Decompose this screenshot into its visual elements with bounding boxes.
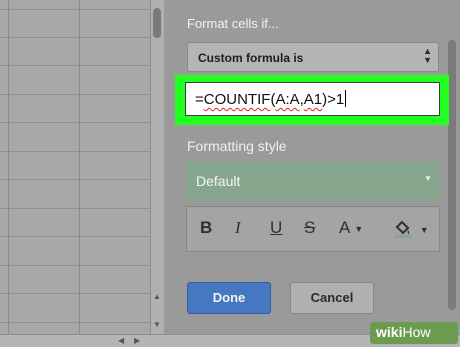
condition-dropdown[interactable]: Custom formula is ▲ ▼ — [187, 42, 439, 72]
column-divider — [79, 0, 80, 346]
text-cursor — [345, 90, 347, 107]
row-divider — [0, 94, 150, 95]
formula-range-arg: A:A — [275, 91, 300, 108]
scroll-right-arrow-icon[interactable]: ▶ — [134, 336, 140, 345]
spreadsheet-grid[interactable] — [0, 0, 150, 346]
row-divider — [0, 9, 150, 10]
sheet-scroll-thumb[interactable] — [153, 8, 161, 38]
row-divider — [0, 293, 150, 294]
formatting-style-value: Default — [196, 173, 241, 189]
fill-color-button[interactable]: ▼ — [393, 219, 429, 244]
scroll-up-arrow-icon[interactable]: ▲ — [152, 292, 162, 302]
row-divider — [0, 179, 150, 180]
column-divider — [8, 0, 9, 346]
up-down-arrows-icon: ▲ ▼ — [423, 46, 432, 65]
format-cells-if-label: Format cells if... — [187, 16, 279, 31]
panel-scroll-thumb[interactable] — [448, 40, 456, 310]
formula-function-name: COUNTIF — [203, 91, 271, 108]
row-divider — [0, 37, 150, 38]
underline-button[interactable]: U — [270, 218, 282, 238]
chevron-down-icon: ▼ — [424, 174, 432, 183]
wikihow-watermark-logo: wikiHow — [370, 322, 458, 344]
formula-text: =COUNTIF(A:A,A1)>1 — [195, 90, 347, 108]
text-color-button[interactable]: A ▼ — [339, 218, 363, 238]
text-color-chevron-icon: ▼ — [354, 224, 364, 234]
row-divider — [0, 65, 150, 66]
fill-color-chevron-icon: ▼ — [419, 225, 429, 235]
done-button[interactable]: Done — [187, 282, 271, 314]
formatting-style-label: Formatting style — [187, 138, 287, 154]
scroll-down-arrow-icon[interactable]: ▼ — [152, 320, 162, 330]
custom-formula-input[interactable]: =COUNTIF(A:A,A1)>1 — [185, 82, 440, 116]
bold-button[interactable]: B — [200, 218, 212, 238]
italic-button[interactable]: I — [235, 218, 241, 238]
row-divider — [0, 122, 150, 123]
formatting-toolbar: B I U S A ▼ ▼ — [186, 206, 440, 252]
paint-bucket-icon — [394, 220, 412, 238]
formatting-style-dropdown[interactable]: Default ▼ — [186, 162, 440, 200]
row-divider — [0, 151, 150, 152]
scroll-left-arrow-icon[interactable]: ◀ — [118, 336, 124, 345]
text-color-icon: A — [339, 218, 351, 237]
strikethrough-button[interactable]: S — [304, 218, 315, 238]
row-divider — [0, 265, 150, 266]
formula-cell-arg: A1 — [303, 91, 323, 108]
condition-dropdown-value: Custom formula is — [198, 51, 304, 65]
row-divider — [0, 208, 150, 209]
cancel-button[interactable]: Cancel — [290, 282, 374, 314]
row-divider — [0, 322, 150, 323]
row-divider — [0, 236, 150, 237]
